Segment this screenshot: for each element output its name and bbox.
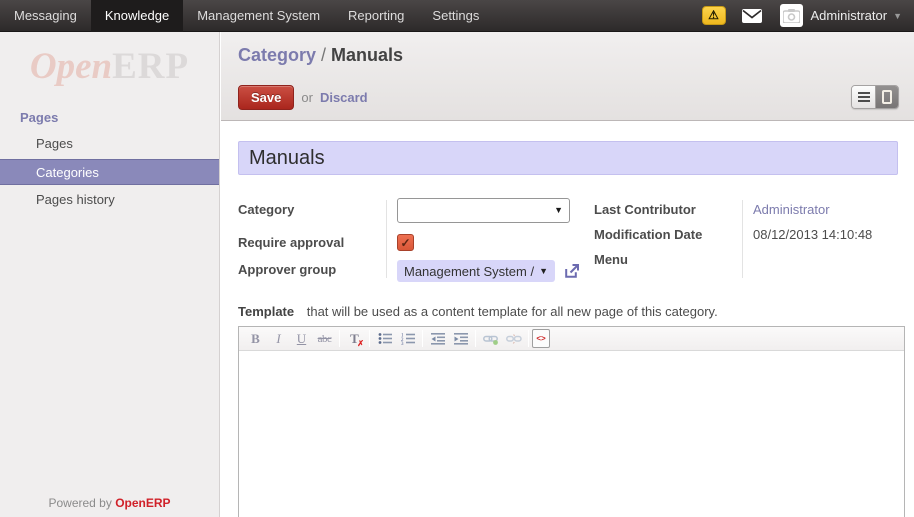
svg-text:3: 3: [401, 342, 404, 345]
sidebar-section-pages: Pages: [20, 110, 219, 125]
select-caret-icon: ▼: [539, 266, 548, 276]
toolbar-separator: [369, 330, 370, 347]
sidebar-item-pages[interactable]: Pages: [0, 131, 219, 157]
template-description: that will be used as a content template …: [307, 304, 718, 319]
template-header: Template that will be used as a content …: [238, 304, 898, 319]
discard-link[interactable]: Discard: [320, 90, 368, 105]
outdent-icon[interactable]: [426, 329, 449, 348]
nav-item-messaging[interactable]: Messaging: [0, 0, 91, 32]
category-name-input[interactable]: [238, 141, 898, 175]
camera-icon: [783, 9, 800, 23]
unlink-icon[interactable]: [502, 329, 525, 348]
navbar-right: ⚠ Administrator ▼: [702, 0, 914, 32]
italic-icon[interactable]: I: [267, 329, 290, 348]
view-source-icon[interactable]: <>: [532, 329, 550, 348]
openerp-logo: OpenERP: [0, 46, 219, 88]
field-grid: Category ▼ Require approval ✓: [238, 198, 898, 282]
strikethrough-icon[interactable]: abc: [313, 329, 336, 348]
ordered-list-icon[interactable]: 123: [396, 329, 419, 348]
logo-open-text: Open: [30, 46, 112, 87]
breadcrumb-current: Manuals: [331, 45, 403, 65]
sidebar-item-categories[interactable]: Categories: [0, 159, 219, 185]
bold-icon[interactable]: B: [244, 329, 267, 348]
breadcrumb-category-link[interactable]: Category: [238, 45, 316, 65]
field-label-menu: Menu: [594, 248, 742, 267]
save-button[interactable]: Save: [238, 85, 294, 110]
insert-link-icon[interactable]: [479, 329, 502, 348]
field-label-last-contributor: Last Contributor: [594, 198, 742, 217]
user-menu[interactable]: Administrator: [811, 8, 888, 23]
list-view-icon: [858, 92, 870, 102]
app-window: Messaging Knowledge Management System Re…: [0, 0, 914, 517]
view-switcher: [851, 85, 899, 109]
underline-icon[interactable]: U: [290, 329, 313, 348]
nav-item-reporting[interactable]: Reporting: [334, 0, 418, 32]
brand-link[interactable]: OpenERP: [115, 496, 170, 510]
toolbar-separator: [475, 330, 476, 347]
modification-date-value: 08/12/2013 14:10:48: [753, 223, 872, 242]
field-column-left: Category ▼ Require approval ✓: [238, 198, 586, 282]
last-contributor-link[interactable]: Administrator: [753, 198, 830, 217]
toolbar-separator: [422, 330, 423, 347]
logo-erp-text: ERP: [112, 46, 189, 87]
powered-by-text: Powered by: [48, 496, 111, 510]
category-form: Category ▼ Require approval ✓: [221, 121, 914, 517]
require-approval-checkbox[interactable]: ✓: [397, 234, 414, 251]
field-label-approver-group: Approver group: [238, 258, 386, 277]
content-header: Category/Manuals Save or Discard: [221, 32, 914, 121]
template-editor: B I U abc T✗ 123: [238, 326, 905, 517]
open-record-icon[interactable]: [563, 263, 580, 280]
form-view-icon: [882, 90, 892, 104]
form-actions: Save or Discard: [238, 85, 368, 110]
editor-toolbar: B I U abc T✗ 123: [239, 327, 904, 351]
form-view-button[interactable]: [875, 86, 898, 108]
category-select[interactable]: ▼: [397, 198, 570, 223]
field-label-require-approval: Require approval: [238, 231, 386, 250]
list-view-button[interactable]: [852, 86, 875, 108]
indent-icon[interactable]: [449, 329, 472, 348]
nav-item-settings[interactable]: Settings: [418, 0, 493, 32]
field-label-category: Category: [238, 198, 386, 217]
powered-by: Powered by OpenERP: [0, 496, 219, 510]
approver-group-value: Management System /: [404, 264, 534, 279]
unordered-list-icon[interactable]: [373, 329, 396, 348]
sidebar-item-pages-history[interactable]: Pages history: [0, 187, 219, 213]
nav-item-management-system[interactable]: Management System: [183, 0, 334, 32]
envelope-icon[interactable]: [742, 9, 762, 23]
field-label-modification-date: Modification Date: [594, 223, 742, 242]
breadcrumb-separator: /: [316, 45, 331, 65]
top-navbar: Messaging Knowledge Management System Re…: [0, 0, 914, 32]
chevron-down-icon[interactable]: ▼: [893, 11, 902, 21]
main-menu: Messaging Knowledge Management System Re…: [0, 0, 493, 32]
toolbar-separator: [339, 330, 340, 347]
warning-icon[interactable]: ⚠: [702, 6, 726, 25]
nav-item-knowledge[interactable]: Knowledge: [91, 0, 183, 32]
select-caret-icon: ▼: [554, 205, 563, 215]
avatar[interactable]: [780, 4, 803, 27]
main-content: Category/Manuals Save or Discard: [221, 32, 914, 517]
or-label: or: [301, 90, 313, 105]
toolbar-separator: [528, 330, 529, 347]
editor-content[interactable]: [239, 351, 904, 517]
template-label: Template: [238, 304, 294, 319]
breadcrumb: Category/Manuals: [238, 45, 403, 66]
sidebar: OpenERP Pages Pages Categories Pages his…: [0, 32, 220, 517]
field-column-right: Last Contributor Administrator Modificat…: [594, 198, 898, 282]
remove-format-icon[interactable]: T✗: [343, 329, 366, 348]
approver-group-select[interactable]: Management System / ▼: [397, 260, 555, 282]
